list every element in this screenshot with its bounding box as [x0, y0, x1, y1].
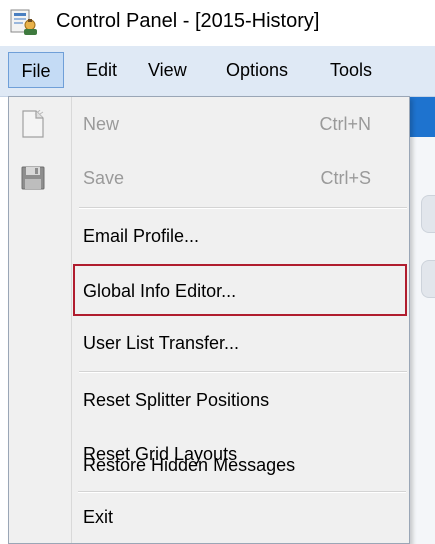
menu-view[interactable]: View — [148, 52, 187, 88]
menu-item-user-list-transfer[interactable]: User List Transfer... — [9, 316, 409, 370]
menu-options[interactable]: Options — [226, 52, 288, 88]
menu-item-label: Save — [83, 168, 125, 188]
menu-item-restore-hidden-messages[interactable]: Restore Hidden Messages — [9, 438, 409, 492]
menu-item-global-info-editor[interactable]: Global Info Editor... — [9, 264, 409, 318]
menu-edit[interactable]: Edit — [86, 52, 117, 88]
menu-item-email-profile[interactable]: Email Profile... — [9, 209, 409, 263]
menu-item-label: Exit — [83, 507, 114, 527]
control-panel-icon[interactable] — [10, 8, 38, 36]
title-bar: Control Panel - [2015-History] — [0, 0, 435, 46]
menu-item-reset-splitter-positions[interactable]: Reset Splitter Positions — [9, 373, 409, 427]
menu-item-label: Global Info Editor... — [83, 281, 237, 301]
background-tab-handle — [421, 260, 435, 298]
menu-file[interactable]: File — [8, 52, 64, 88]
menu-item-label: User List Transfer... — [83, 333, 240, 353]
menu-item-label: Email Profile... — [83, 226, 200, 246]
window-title: Control Panel - [2015-History] — [56, 10, 320, 32]
menu-tools[interactable]: Tools — [330, 52, 372, 88]
menu-item-shortcut: Ctrl+N — [319, 114, 371, 134]
menu-item-exit[interactable]: Exit — [9, 490, 409, 544]
menu-item-save[interactable]: Save Ctrl+S — [9, 151, 409, 205]
menu-item-shortcut: Ctrl+S — [320, 168, 371, 188]
floppy-disk-icon — [21, 166, 45, 190]
new-document-icon — [22, 110, 44, 138]
menu-item-new[interactable]: New Ctrl+N — [9, 97, 409, 151]
menu-bar: File Edit View Options Tools — [0, 46, 435, 97]
background-tab-handle — [421, 195, 435, 233]
menu-item-label: Reset Splitter Positions — [83, 390, 270, 410]
menu-item-label: Restore Hidden Messages — [83, 455, 296, 475]
menu-item-label: New — [83, 114, 120, 134]
